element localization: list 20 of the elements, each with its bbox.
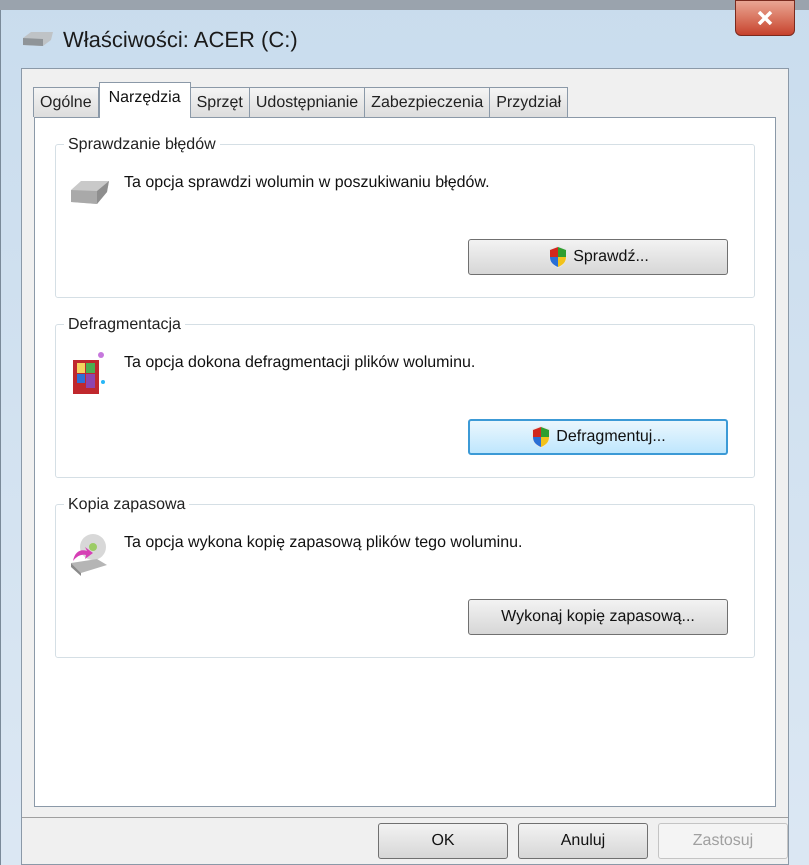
dialog-button[interactable]: OK: [378, 823, 508, 859]
close-icon: [757, 11, 773, 25]
close-button[interactable]: [735, 0, 795, 36]
tab[interactable]: Udostępnianie: [248, 87, 366, 117]
shield-icon: [547, 245, 570, 269]
group-description: Ta opcja wykona kopię zapasową plików tego woluminu.: [124, 533, 522, 553]
action-button[interactable]: Sprawdź...: [468, 239, 728, 275]
tab[interactable]: Narzędzia: [98, 82, 191, 118]
drive-icon: [21, 30, 55, 48]
shield-icon: [530, 425, 552, 449]
window-title: Właściwości: ACER (C:): [63, 26, 298, 54]
dialog-button[interactable]: Anuluj: [518, 823, 648, 859]
group-description: Ta opcja dokona defragmentacji plików woluminu.: [124, 353, 476, 373]
action-button[interactable]: Wykonaj kopię zapasową...: [468, 599, 728, 635]
group-description: Ta opcja sprawdzi wolumin w poszukiwaniu błędów.: [124, 173, 490, 193]
tab[interactable]: Ogólne: [33, 87, 99, 117]
tab[interactable]: Sprzęt: [190, 87, 250, 117]
tab[interactable]: Zabezpieczenia: [364, 87, 490, 117]
action-button[interactable]: Defragmentuj...: [468, 419, 728, 455]
tab[interactable]: Przydział: [489, 87, 568, 117]
